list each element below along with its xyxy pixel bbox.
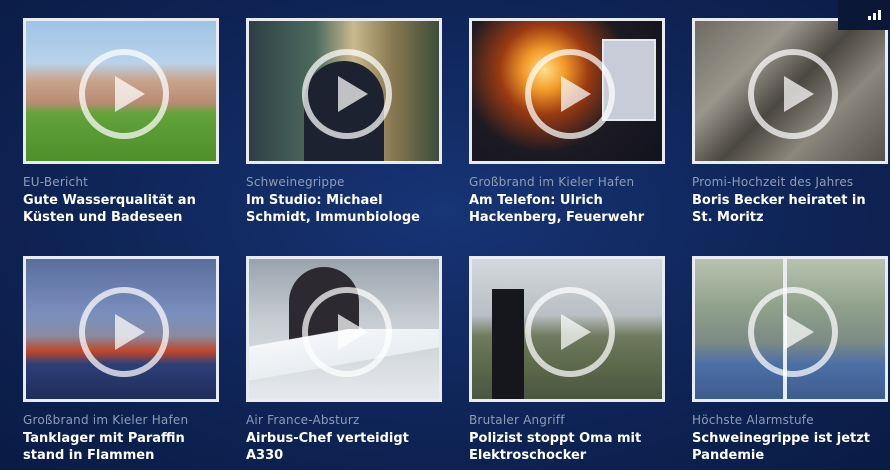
video-title-line: Hackenberg, Feuerwehr xyxy=(469,210,645,225)
video-title-line: Elektroschocker xyxy=(469,448,587,463)
video-thumbnail[interactable] xyxy=(469,18,665,164)
video-category: Höchste Alarmstufe xyxy=(692,413,814,427)
video-title-line: Am Telefon: Ulrich xyxy=(469,193,603,208)
video-title-link[interactable]: Tanklager mit Paraffin stand in Flammen xyxy=(23,430,223,464)
video-title-line: A330 xyxy=(246,448,284,463)
play-icon[interactable] xyxy=(748,287,838,377)
video-category: Großbrand im Kieler Hafen xyxy=(469,175,635,189)
video-thumbnail[interactable] xyxy=(692,18,888,164)
video-title-line: Schweinegrippe ist jetzt xyxy=(692,431,871,446)
play-icon[interactable] xyxy=(302,49,392,139)
video-thumbnail[interactable] xyxy=(469,256,665,402)
play-icon[interactable] xyxy=(79,287,169,377)
video-title-link[interactable]: Im Studio: Michael Schmidt, Immunbiologe xyxy=(246,192,446,226)
video-thumbnail[interactable] xyxy=(23,256,219,402)
video-category: Schweinegrippe xyxy=(246,175,345,189)
video-title-line: Airbus-Chef verteidigt xyxy=(246,431,409,446)
signal-bars-icon xyxy=(838,0,890,30)
video-thumbnail[interactable] xyxy=(246,18,442,164)
video-thumbnail[interactable] xyxy=(246,256,442,402)
video-title-line: Tanklager mit Paraffin xyxy=(23,431,185,446)
video-title-line: Polizist stoppt Oma mit xyxy=(469,431,642,446)
video-title-link[interactable]: Schweinegrippe ist jetzt Pandemie xyxy=(692,430,890,464)
video-title-line: St. Moritz xyxy=(692,210,764,225)
video-title-link[interactable]: Am Telefon: Ulrich Hackenberg, Feuerwehr xyxy=(469,192,669,226)
play-icon[interactable] xyxy=(748,49,838,139)
video-title-line: Im Studio: Michael xyxy=(246,193,383,208)
play-icon[interactable] xyxy=(525,49,615,139)
video-title-line: stand in Flammen xyxy=(23,448,155,463)
video-title-line: Schmidt, Immunbiologe xyxy=(246,210,420,225)
video-title-link[interactable]: Gute Wasserqualität an Küsten und Badese… xyxy=(23,192,223,226)
video-title-line: Küsten und Badeseen xyxy=(23,210,183,225)
play-icon[interactable] xyxy=(79,49,169,139)
video-category: Großbrand im Kieler Hafen xyxy=(23,413,189,427)
play-icon[interactable] xyxy=(525,287,615,377)
video-title-link[interactable]: Airbus-Chef verteidigt A330 xyxy=(246,430,446,464)
video-category: Air France-Absturz xyxy=(246,413,360,427)
video-category: Brutaler Angriff xyxy=(469,413,565,427)
video-thumbnail[interactable] xyxy=(692,256,888,402)
video-title-line: Pandemie xyxy=(692,448,765,463)
video-title-link[interactable]: Boris Becker heiratet in St. Moritz xyxy=(692,192,890,226)
video-thumbnail[interactable] xyxy=(23,18,219,164)
play-icon[interactable] xyxy=(302,287,392,377)
video-title-line: Boris Becker heiratet in xyxy=(692,193,866,208)
video-category: EU-Bericht xyxy=(23,175,89,189)
video-grid: EU-Bericht Gute Wasserqualität an Küsten… xyxy=(0,0,890,470)
video-category: Promi-Hochzeit des Jahres xyxy=(692,175,854,189)
video-title-line: Gute Wasserqualität an xyxy=(23,193,196,208)
video-title-link[interactable]: Polizist stoppt Oma mit Elektroschocker xyxy=(469,430,669,464)
